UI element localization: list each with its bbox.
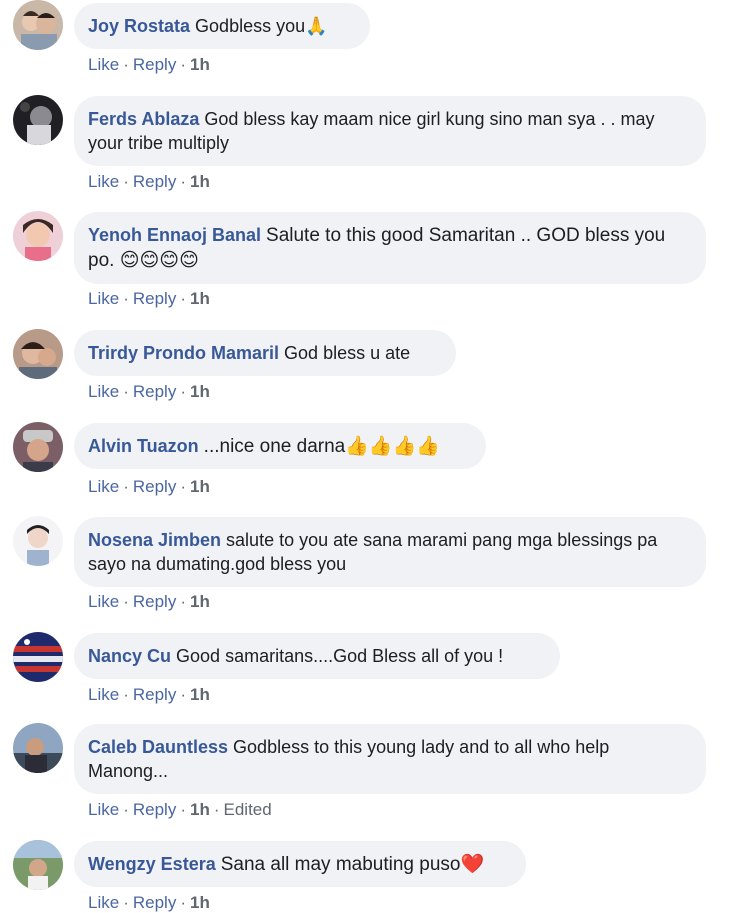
comment-text: ...nice one darna👍👍👍👍 (203, 436, 440, 457)
like-button[interactable]: Like (88, 55, 119, 74)
avatar[interactable] (13, 723, 63, 773)
reply-button[interactable]: Reply (133, 893, 176, 912)
timestamp[interactable]: 1h (190, 685, 210, 704)
avatar[interactable] (13, 0, 63, 50)
avatar[interactable] (13, 422, 63, 472)
comment-actions: Like · Reply · 1h (88, 592, 210, 611)
avatar[interactable] (13, 840, 63, 890)
reply-button[interactable]: Reply (133, 592, 176, 611)
edited-label[interactable]: Edited (224, 800, 272, 819)
timestamp[interactable]: 1h (190, 55, 210, 74)
commenter-name[interactable]: Caleb Dauntless (88, 737, 228, 757)
like-button[interactable]: Like (88, 685, 119, 704)
commenter-name[interactable]: Alvin Tuazon (88, 436, 199, 456)
timestamp[interactable]: 1h (190, 800, 210, 819)
reply-button[interactable]: Reply (133, 477, 176, 496)
comment-bubble: Ferds Ablaza God bless kay maam nice girl… (74, 96, 706, 166)
comment-bubble: Nancy Cu Good samaritans....God Bless all… (74, 633, 560, 679)
comment-actions: Like · Reply · 1h (88, 685, 210, 704)
comment-bubble: Yenoh Ennaoj Banal Salute to this good Sa… (74, 212, 706, 284)
commenter-name[interactable]: Wengzy Estera (88, 854, 216, 874)
comment-text: Good samaritans....God Bless all of you … (176, 646, 504, 666)
timestamp[interactable]: 1h (190, 172, 210, 191)
timestamp[interactable]: 1h (190, 893, 210, 912)
like-button[interactable]: Like (88, 477, 119, 496)
avatar[interactable] (13, 329, 63, 379)
comment-actions: Like · Reply · 1h (88, 893, 210, 912)
comment-bubble: Alvin Tuazon ...nice one darna👍👍👍👍 (74, 423, 486, 469)
reply-button[interactable]: Reply (133, 172, 176, 191)
avatar[interactable] (13, 516, 63, 566)
commenter-name[interactable]: Joy Rostata (88, 16, 190, 36)
comment-actions: Like · Reply · 1h (88, 382, 210, 401)
comment-bubble: Wengzy Estera Sana all may mabuting puso❤… (74, 841, 526, 887)
like-button[interactable]: Like (88, 592, 119, 611)
commenter-name[interactable]: Trirdy Prondo Mamaril (88, 343, 279, 363)
avatar[interactable] (13, 632, 63, 682)
reply-button[interactable]: Reply (133, 289, 176, 308)
reply-button[interactable]: Reply (133, 55, 176, 74)
commenter-name[interactable]: Yenoh Ennaoj Banal (88, 225, 261, 245)
reply-button[interactable]: Reply (133, 382, 176, 401)
like-button[interactable]: Like (88, 893, 119, 912)
avatar[interactable] (13, 211, 63, 261)
comment-text: Godbless you🙏 (195, 16, 328, 36)
like-button[interactable]: Like (88, 289, 119, 308)
commenter-name[interactable]: Nosena Jimben (88, 530, 221, 550)
avatar[interactable] (13, 95, 63, 145)
comment-text: God bless u ate (284, 343, 411, 363)
comment-text: Sana all may mabuting puso❤️ (220, 854, 485, 875)
comment-actions: Like · Reply · 1h (88, 172, 210, 191)
like-button[interactable]: Like (88, 800, 119, 819)
timestamp[interactable]: 1h (190, 289, 210, 308)
commenter-name[interactable]: Ferds Ablaza (88, 109, 199, 129)
comment-actions: Like · Reply · 1h · Edited (88, 800, 272, 819)
reply-button[interactable]: Reply (133, 685, 176, 704)
comment-actions: Like · Reply · 1h (88, 289, 210, 308)
comment-bubble: Nosena Jimben salute to you ate sana mara… (74, 517, 706, 587)
reply-button[interactable]: Reply (133, 800, 176, 819)
like-button[interactable]: Like (88, 382, 119, 401)
comment-bubble: Caleb Dauntless Godbless to this young la… (74, 724, 706, 794)
timestamp[interactable]: 1h (190, 477, 210, 496)
timestamp[interactable]: 1h (190, 382, 210, 401)
comment-actions: Like · Reply · 1h (88, 55, 210, 74)
comment-bubble: Trirdy Prondo Mamaril God bless u ate (74, 330, 456, 376)
commenter-name[interactable]: Nancy Cu (88, 646, 171, 666)
like-button[interactable]: Like (88, 172, 119, 191)
timestamp[interactable]: 1h (190, 592, 210, 611)
comment-actions: Like · Reply · 1h (88, 477, 210, 496)
comment-bubble: Joy Rostata Godbless you🙏 (74, 3, 370, 49)
